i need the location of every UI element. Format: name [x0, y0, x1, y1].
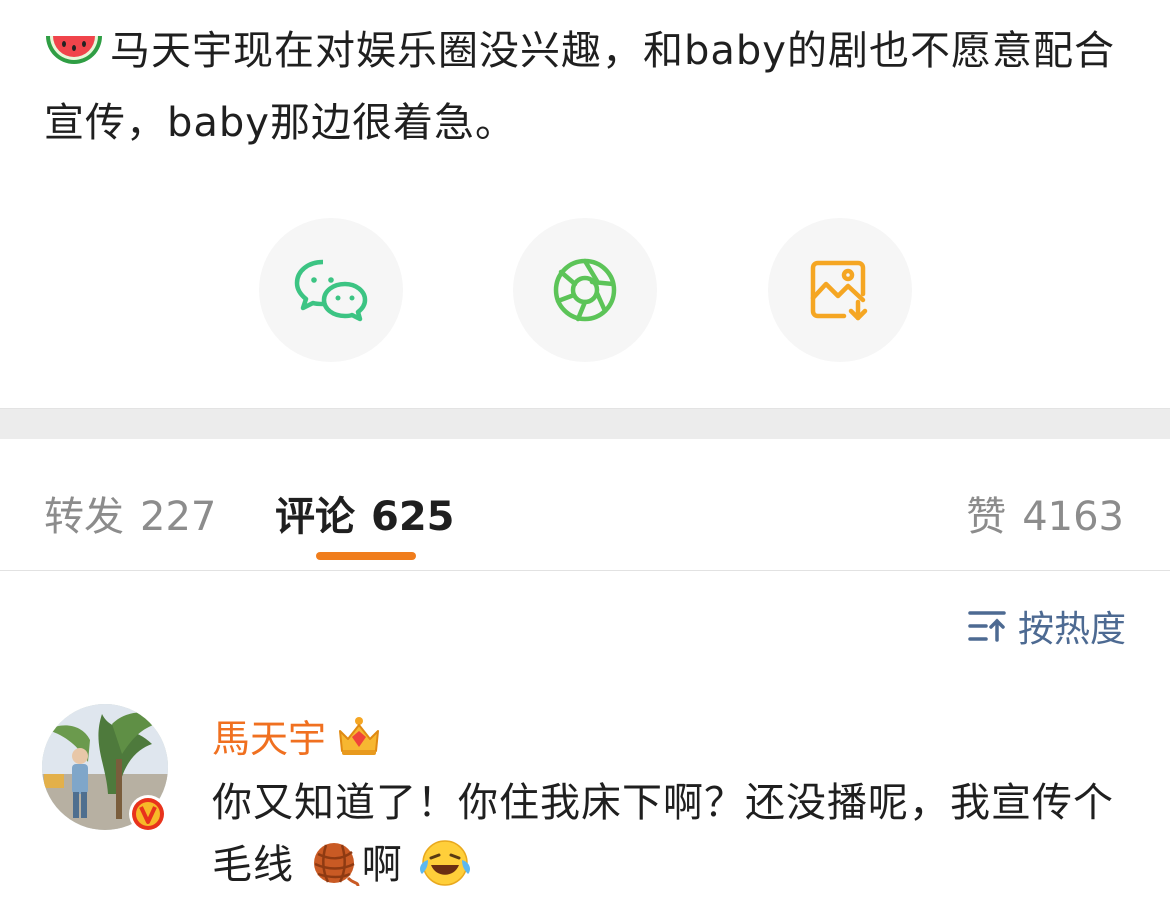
commenter-name-row[interactable]: 馬天宇	[212, 708, 382, 763]
post-text: 马天宇现在对娱乐圈没兴趣，和baby的剧也不愿意配合宣传，baby那边很着急。	[44, 28, 1115, 146]
tab-likes-count: 4163	[1022, 494, 1124, 540]
tab-comments[interactable]: 评论 625	[275, 484, 455, 542]
yarn-ball-icon	[310, 840, 360, 906]
watermelon-icon	[44, 24, 104, 90]
active-tab-indicator	[316, 552, 416, 560]
crown-icon	[339, 716, 380, 755]
share-wechat-button[interactable]	[259, 218, 403, 362]
verified-v-badge	[128, 794, 168, 834]
share-row	[0, 218, 1170, 362]
post-tabs: 转发 227 评论 625 赞 4163	[0, 438, 1170, 570]
moments-icon	[553, 258, 617, 322]
sort-by-hot-button[interactable]: 按热度	[968, 600, 1126, 652]
comment-text-part2: 啊	[361, 842, 403, 888]
tabs-divider	[0, 570, 1170, 571]
tab-likes-label: 赞	[966, 494, 1007, 540]
share-moments-button[interactable]	[513, 218, 657, 362]
section-divider	[0, 408, 1170, 439]
post-body: 马天宇现在对娱乐圈没兴趣，和baby的剧也不愿意配合宣传，baby那边很着急。	[44, 18, 1134, 156]
sort-label: 按热度	[1017, 609, 1126, 650]
laugh-cry-icon	[418, 838, 472, 906]
wechat-icon	[294, 259, 368, 322]
tab-repost[interactable]: 转发 227	[44, 484, 216, 542]
tab-repost-label: 转发	[44, 494, 124, 540]
sort-icon	[968, 611, 1006, 642]
tab-comments-label: 评论	[275, 494, 355, 540]
comment-item: 馬天宇 你又知道了！你住我床下啊？还没播呢，我宣传个毛线 啊	[0, 700, 1170, 913]
comment-text: 你又知道了！你住我床下啊？还没播呢，我宣传个毛线 啊	[212, 772, 1132, 906]
tab-comments-count: 625	[371, 494, 455, 540]
tab-likes[interactable]: 赞 4163	[966, 484, 1124, 542]
commenter-name: 馬天宇	[212, 717, 327, 761]
save-image-button[interactable]	[768, 218, 912, 362]
save-image-icon	[810, 260, 868, 321]
tab-repost-count: 227	[140, 494, 217, 540]
